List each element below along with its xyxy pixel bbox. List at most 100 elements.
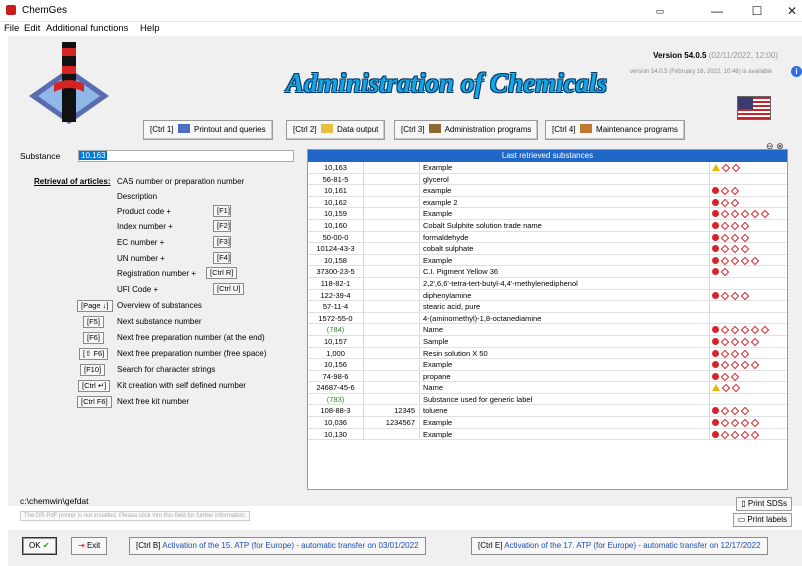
data-output-button[interactable]: [Ctrl 2] Data output — [286, 120, 386, 140]
hazard-cell — [710, 405, 787, 416]
ok-button[interactable]: OK ✔ — [22, 537, 57, 555]
ghs-pictogram-icon — [720, 221, 730, 231]
exit-icon: ⇥ — [78, 541, 85, 550]
ghs-pictogram-icon — [730, 418, 740, 428]
table-row[interactable]: 118-82-1 2,2',6,6'-tetra-tert-butyl-4,4'-… — [308, 277, 787, 290]
ghs-pictogram-icon — [720, 233, 730, 242]
code-cell — [364, 324, 420, 335]
f4-button[interactable]: [F4] — [213, 252, 231, 264]
substance-label: Substance — [20, 151, 61, 161]
f6-button[interactable]: [F6] — [83, 332, 104, 344]
close-button[interactable]: ✕ — [772, 0, 802, 22]
table-row[interactable]: 108-88-3 12345 toluene — [308, 405, 787, 418]
table-row[interactable]: 24687-45-6 Name — [308, 382, 787, 394]
ghs-pictogram-icon — [760, 210, 770, 219]
ghs-pictogram-icon — [730, 256, 740, 265]
maintenance-programs-button[interactable]: [Ctrl 4] Maintenance programs — [545, 120, 685, 140]
ghs-pictogram-icon — [720, 198, 730, 208]
ghs-pictogram-icon — [740, 244, 750, 254]
retrieval-cas[interactable]: CAS number or preparation number — [117, 177, 244, 186]
table-row[interactable]: 10,157 Sample — [308, 335, 787, 348]
version-date: (02/11/2022, 12:00) — [708, 51, 778, 60]
print-labels-button[interactable]: ▭ Print labels — [732, 513, 792, 527]
name-cell: example — [420, 185, 710, 196]
ctrl3-key: [Ctrl 3] — [401, 125, 425, 134]
ctrl-e-button[interactable]: [Ctrl E] Activation of the 17. ATP (for … — [471, 537, 768, 555]
table-row[interactable]: 50-00-0 formaldehyde — [308, 231, 787, 244]
table-row[interactable]: 10,162 example 2 — [308, 196, 787, 209]
name-cell: Name — [420, 382, 710, 393]
ctrl2-key: [Ctrl 2] — [293, 125, 317, 134]
f2-button[interactable]: [F2] — [213, 220, 231, 232]
menu-additional-functions[interactable]: Additional functions — [46, 23, 128, 34]
table-row[interactable]: 10,161 example — [308, 185, 787, 197]
retrieval-description[interactable]: Description — [117, 192, 157, 201]
table-row[interactable]: 10,160 Cobalt Sulphite solution trade nam… — [308, 219, 787, 232]
ghs-pictogram-icon — [750, 430, 760, 439]
table-row[interactable]: 10,163 Example — [308, 162, 787, 174]
version-available-link[interactable]: version 54.0.5 (February 16, 2022, 10:46… — [630, 69, 772, 75]
table-row[interactable]: 10,158 Example — [308, 254, 787, 267]
f3-button[interactable]: [F3] — [213, 236, 231, 248]
menu-file[interactable]: File — [4, 23, 19, 34]
next-kit-label: Next free kit number — [117, 397, 190, 406]
f5-button[interactable]: [F5] — [83, 316, 104, 328]
info-icon[interactable]: i — [791, 66, 802, 77]
hazard-x-icon — [712, 430, 719, 438]
us-flag-icon[interactable] — [737, 96, 771, 120]
maximize-button[interactable]: ☐ — [737, 0, 777, 22]
table-row[interactable]: 10,130 Example — [308, 428, 787, 441]
snap-icon[interactable]: ▭ — [640, 0, 680, 22]
table-row[interactable]: 10,156 Example — [308, 359, 787, 371]
substance-input[interactable]: 10,163 — [78, 150, 294, 162]
table-row[interactable]: 56-81-5 glycerol — [308, 173, 787, 186]
code-cell — [364, 393, 420, 405]
f1-button[interactable]: [F1] — [213, 205, 231, 217]
minimize-button[interactable]: — — [697, 0, 737, 22]
ctrl-r-button[interactable]: [Ctrl R] — [206, 267, 238, 279]
print-sds-button[interactable]: ▯ Print SDSs — [736, 497, 792, 511]
table-row[interactable]: 37300-23-5 C.I. Pigment Yellow 36 — [308, 266, 787, 278]
table-row[interactable]: 10,159 Example — [308, 208, 787, 220]
table-row[interactable]: 10,036 1234567 Example — [308, 417, 787, 429]
printout-queries-button[interactable]: [Ctrl 1] Printout and queries — [143, 120, 273, 140]
page-down-button[interactable]: [Page ↓] — [77, 300, 113, 312]
hazard-cell — [710, 290, 787, 301]
ctrl-enter-button[interactable]: [Ctrl ↵] — [78, 380, 111, 392]
name-cell: diphenylamine — [420, 289, 710, 301]
f10-button[interactable]: [F10] — [80, 364, 106, 376]
ghs-pictogram-icon — [740, 291, 750, 300]
ghs-pictogram-icon — [750, 418, 760, 428]
title-bar: ChemGes ▭ — ☐ ✕ — [0, 0, 802, 22]
table-row[interactable]: 122-39-4 diphenylamine — [308, 289, 787, 302]
ctrl-u-button[interactable]: [Ctrl U] — [213, 283, 245, 295]
ctrl-f6-button[interactable]: [Ctrl F6] — [77, 396, 112, 408]
table-row[interactable]: (783) Substance used for generic label — [308, 393, 787, 406]
table-row[interactable]: 1572-55-0 4-(aminomethyl)-1,8-octanediami… — [308, 312, 787, 325]
table-row[interactable]: (784) Name — [308, 324, 787, 336]
code-cell — [364, 312, 420, 324]
ghs-pictogram-icon — [760, 326, 770, 335]
menu-edit[interactable]: Edit — [24, 23, 40, 34]
table-row[interactable]: 1,000 Resin solution X 50 — [308, 347, 787, 360]
ghs-pictogram-icon — [721, 384, 731, 393]
exit-button[interactable]: ⇥ Exit — [71, 537, 108, 555]
menu-help[interactable]: Help — [140, 23, 160, 34]
warning-icon — [712, 384, 720, 392]
retrieval-ufi-code: UFI Code + — [117, 285, 159, 294]
ghs-pictogram-icon — [740, 256, 750, 265]
cas-cell: (783) — [308, 393, 364, 405]
last-retrieved-table: Last retrieved substances 10,163 Example 5… — [307, 149, 788, 490]
table-row[interactable]: 74-98-6 propane — [308, 370, 787, 383]
ctrl-b-button[interactable]: [Ctrl B] Activation of the 15. ATP (for … — [129, 537, 426, 555]
print-labels-label: Print labels — [747, 515, 787, 524]
table-row[interactable]: 10124-43-3 cobalt sulphate — [308, 243, 787, 255]
shift-f6-button[interactable]: [⇧ F6] — [79, 348, 109, 360]
cas-cell: 24687-45-6 — [308, 382, 364, 393]
administration-programs-button[interactable]: [Ctrl 3] Administration programs — [394, 120, 539, 140]
version-number: Version 54.0.5 — [653, 51, 707, 60]
table-row[interactable]: 57-11-4 stearic acid, pure — [308, 301, 787, 313]
retrieval-un-number: UN number + — [117, 254, 165, 263]
data-path: c:\chemwin\gefdat — [20, 496, 89, 506]
printer-notice[interactable]: The DR PdF printer is not installed. Ple… — [20, 511, 251, 521]
